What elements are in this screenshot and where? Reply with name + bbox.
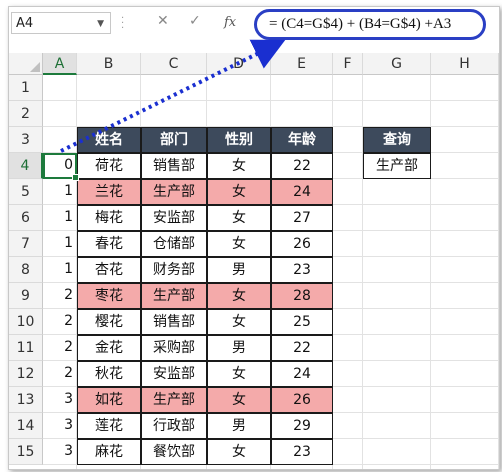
spreadsheet-window: A4 ▼ · · · ✕ ✓ fx = (C4=G$4) + (B4=G$4) +A… — [8, 6, 500, 470]
annotation-overlay — [60, 39, 286, 153]
dotted-arrow — [60, 39, 286, 153]
